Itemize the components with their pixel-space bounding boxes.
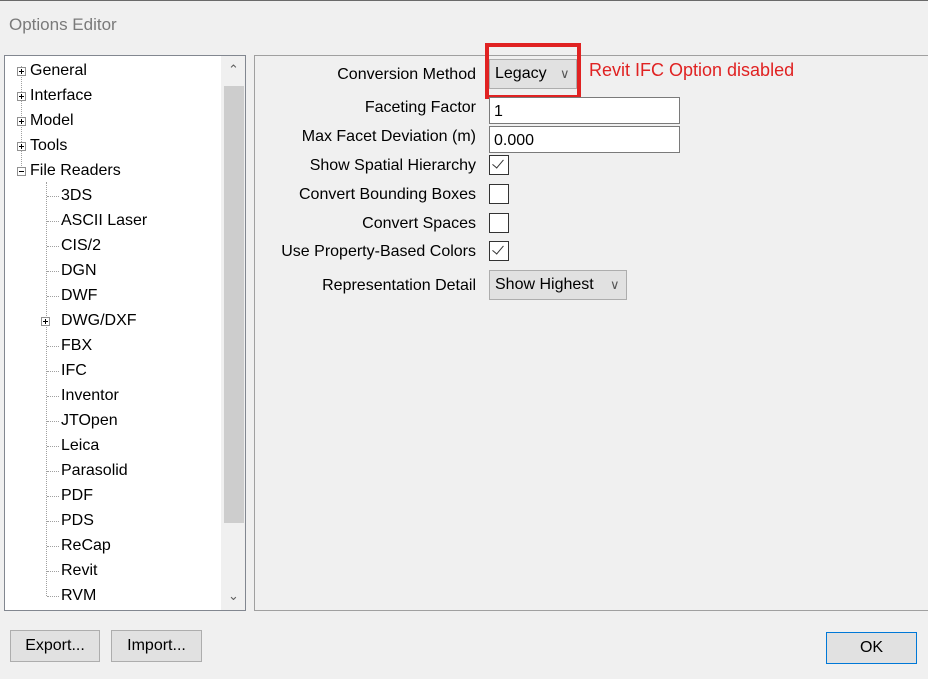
tree-branch bbox=[47, 371, 59, 372]
tree-item-label: Interface bbox=[30, 87, 93, 104]
tree-item-dwf[interactable]: DWF bbox=[61, 284, 97, 308]
convert-bounding-boxes-checkbox[interactable] bbox=[489, 184, 509, 204]
highlight-annotation-box bbox=[485, 43, 581, 99]
tree-item-leica[interactable]: Leica bbox=[61, 434, 99, 458]
max-facet-deviation-label: Max Facet Deviation (m) bbox=[301, 128, 476, 145]
tree-branch bbox=[47, 521, 59, 522]
show-spatial-hierarchy-checkbox[interactable] bbox=[489, 155, 509, 175]
tree-branch bbox=[47, 296, 59, 297]
tree-branch bbox=[47, 496, 59, 497]
use-property-based-colors-label: Use Property-Based Colors bbox=[281, 243, 476, 260]
tree-item-jtopen[interactable]: JTOpen bbox=[61, 409, 118, 433]
tree-item-rvm[interactable]: RVM bbox=[61, 584, 96, 608]
tree-branch bbox=[47, 421, 59, 422]
tree-item-ifc[interactable]: IFC bbox=[61, 359, 87, 383]
tree-branch bbox=[47, 271, 59, 272]
checkmark-icon bbox=[492, 156, 504, 169]
tree-item-label: Model bbox=[30, 112, 74, 129]
tree-branch bbox=[47, 471, 59, 472]
tree-branch bbox=[47, 546, 59, 547]
faceting-factor-input[interactable]: 1 bbox=[489, 97, 680, 124]
tree-item-cis2[interactable]: CIS/2 bbox=[61, 234, 101, 258]
tree-branch bbox=[47, 396, 59, 397]
tree-guide-line bbox=[46, 182, 47, 596]
representation-detail-dropdown[interactable]: Show Highest ∨ bbox=[489, 270, 627, 300]
window-title: Options Editor bbox=[9, 15, 117, 34]
ok-button[interactable]: OK bbox=[826, 632, 917, 664]
tree-item-label: DWG/DXF bbox=[61, 312, 137, 329]
representation-detail-label: Representation Detail bbox=[322, 277, 476, 294]
expand-plus-icon[interactable] bbox=[41, 317, 50, 326]
tree-branch bbox=[47, 346, 59, 347]
tree-branch bbox=[47, 596, 59, 597]
tree-item-dgn[interactable]: DGN bbox=[61, 259, 97, 283]
tree-item-parasolid[interactable]: Parasolid bbox=[61, 459, 128, 483]
show-spatial-hierarchy-label: Show Spatial Hierarchy bbox=[309, 157, 476, 174]
tree-item-3ds[interactable]: 3DS bbox=[61, 184, 92, 208]
chevron-down-icon[interactable]: ⌄ bbox=[221, 582, 245, 610]
tree-item-label: File Readers bbox=[30, 162, 121, 179]
tree-guide-line bbox=[21, 66, 22, 166]
convert-spaces-label: Convert Spaces bbox=[362, 215, 476, 232]
tree-branch bbox=[47, 446, 59, 447]
annotation-text: Revit IFC Option disabled bbox=[589, 60, 795, 80]
window-border bbox=[0, 0, 928, 1]
tree-item-pdf[interactable]: PDF bbox=[61, 484, 93, 508]
expand-plus-icon[interactable] bbox=[17, 117, 26, 126]
conversion-method-label: Conversion Method bbox=[337, 66, 476, 83]
tree-item-fbx[interactable]: FBX bbox=[61, 334, 92, 358]
expand-plus-icon[interactable] bbox=[17, 92, 26, 101]
tree-item-pds[interactable]: PDS bbox=[61, 509, 94, 533]
tree-branch bbox=[47, 221, 59, 222]
convert-spaces-checkbox[interactable] bbox=[489, 213, 509, 233]
tree-item-label: Tools bbox=[30, 137, 68, 154]
use-property-based-colors-checkbox[interactable] bbox=[489, 241, 509, 261]
tree-item-ascii-laser[interactable]: ASCII Laser bbox=[61, 209, 147, 233]
checkmark-icon bbox=[492, 242, 504, 255]
convert-bounding-boxes-label: Convert Bounding Boxes bbox=[299, 186, 476, 203]
max-facet-deviation-input[interactable]: 0.000 bbox=[489, 126, 680, 153]
tree-item-recap[interactable]: ReCap bbox=[61, 534, 111, 558]
scrollbar-thumb[interactable] bbox=[224, 86, 244, 523]
import-button[interactable]: Import... bbox=[111, 630, 202, 662]
tree-branch bbox=[47, 196, 59, 197]
tree-branch bbox=[47, 571, 59, 572]
representation-detail-value: Show Highest bbox=[495, 276, 594, 293]
tree-item-inventor[interactable]: Inventor bbox=[61, 384, 119, 408]
expand-plus-icon[interactable] bbox=[17, 67, 26, 76]
tree-branch bbox=[47, 246, 59, 247]
tree-item-label: General bbox=[30, 62, 87, 79]
collapse-minus-icon[interactable] bbox=[17, 167, 26, 176]
tree-item-revit[interactable]: Revit bbox=[61, 559, 97, 583]
faceting-factor-label: Faceting Factor bbox=[364, 99, 476, 116]
export-button[interactable]: Export... bbox=[10, 630, 100, 662]
expand-plus-icon[interactable] bbox=[17, 142, 26, 151]
chevron-down-icon: ∨ bbox=[610, 277, 620, 292]
